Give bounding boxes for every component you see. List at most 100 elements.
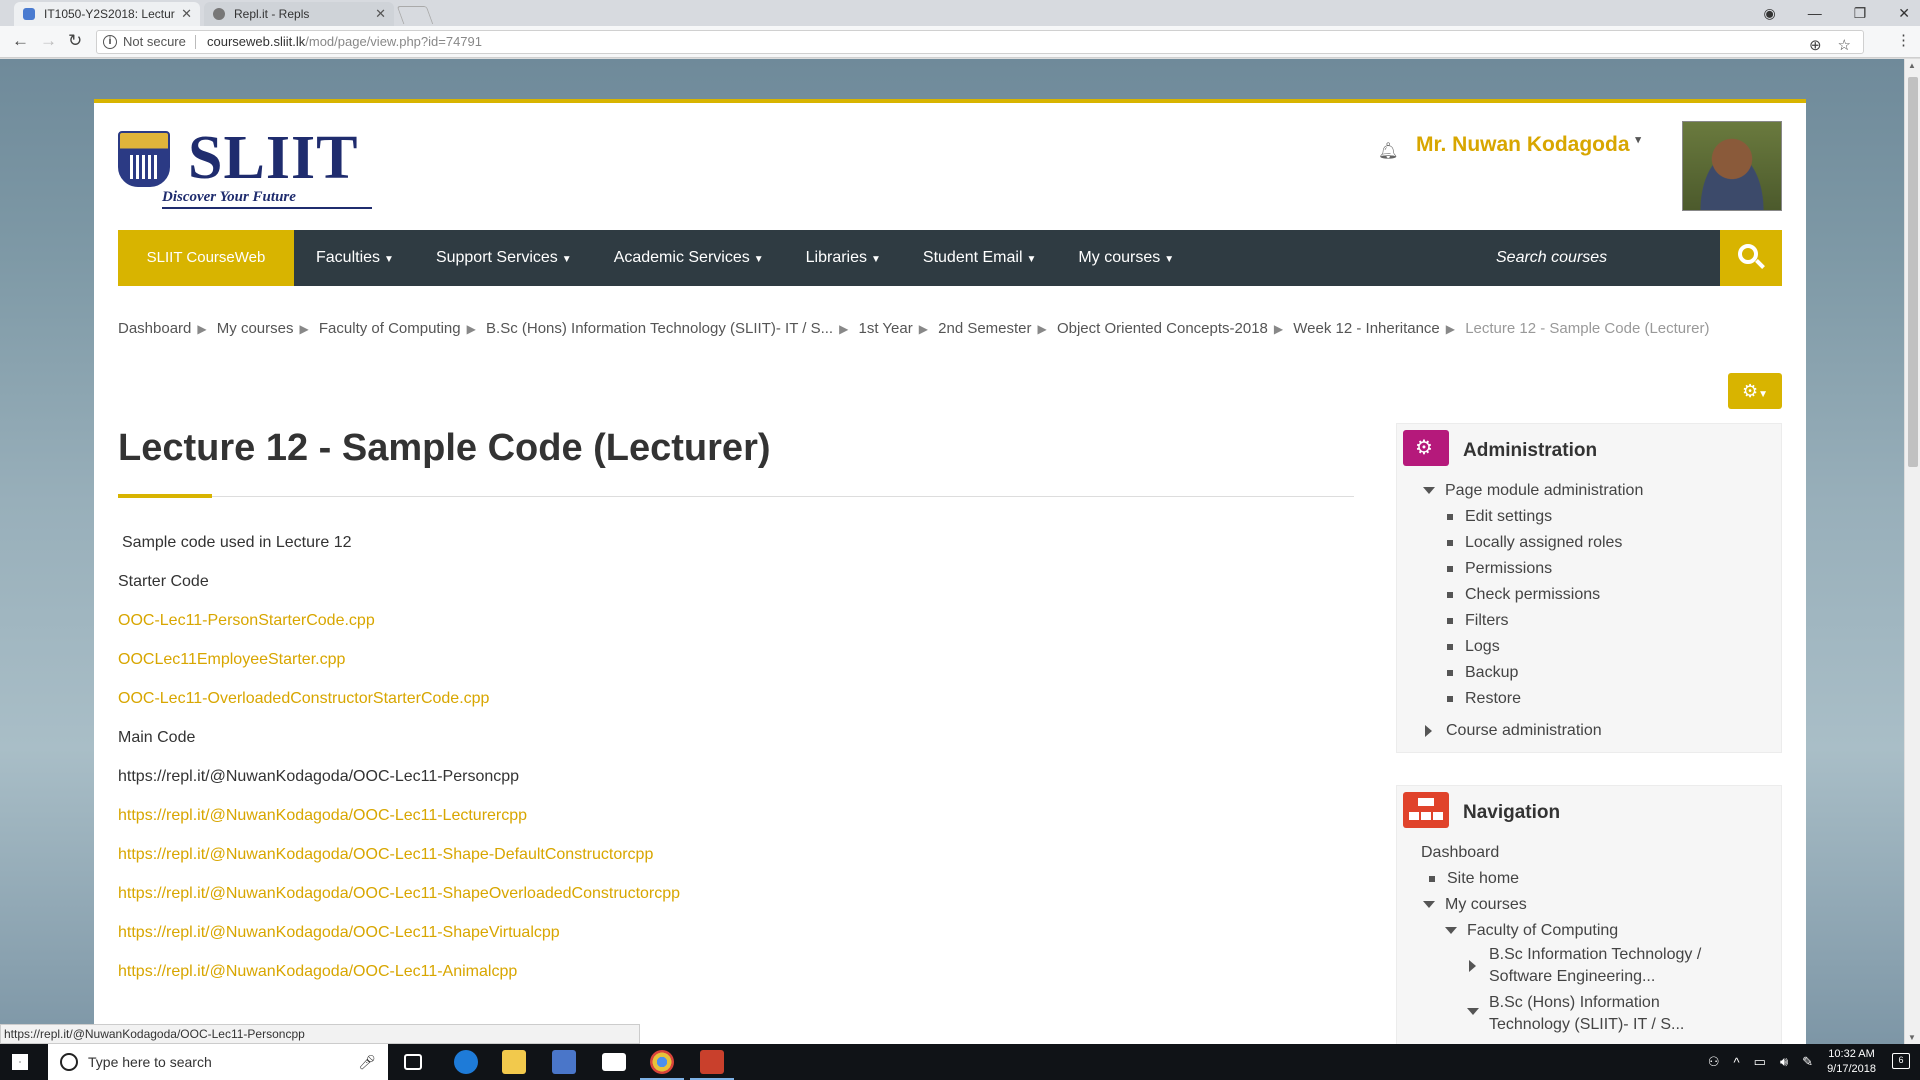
volume-icon[interactable]: 🔊︎ bbox=[1780, 1054, 1788, 1070]
tree-item-restore[interactable]: Restore bbox=[1397, 686, 1781, 712]
administration-header: ⚙ Administration bbox=[1397, 424, 1781, 478]
restore-icon[interactable]: ❐ bbox=[1854, 5, 1867, 22]
nav-tree-course-it[interactable]: B.Sc (Hons) Information Technology (SLII… bbox=[1397, 992, 1781, 1040]
main-link-lecturer[interactable]: https://repl.it/@NuwanKodagoda/OOC-Lec11… bbox=[118, 796, 680, 835]
nav-tree-course-it-se[interactable]: B.Sc Information Technology / Software E… bbox=[1397, 944, 1781, 992]
tab-replit[interactable]: Repl.it - Repls ✕ bbox=[204, 2, 394, 26]
tree-item-check-permissions[interactable]: Check permissions bbox=[1397, 582, 1781, 608]
breadcrumb-dashboard[interactable]: Dashboard bbox=[118, 320, 191, 337]
page-actions-button[interactable]: ⚙▼ bbox=[1728, 373, 1782, 409]
task-view-icon[interactable] bbox=[404, 1054, 422, 1070]
tree-label: Check permissions bbox=[1465, 586, 1601, 603]
pen-icon[interactable]: ✎ bbox=[1802, 1054, 1813, 1070]
search-courses-input[interactable]: Search courses bbox=[1486, 230, 1718, 286]
breadcrumb-course[interactable]: Object Oriented Concepts-2018 bbox=[1057, 320, 1268, 337]
nav-tree-dashboard[interactable]: Dashboard bbox=[1397, 840, 1781, 866]
starter-link-overloaded[interactable]: OOC-Lec11-OverloadedConstructorStarterCo… bbox=[118, 679, 680, 718]
nav-brand-link[interactable]: SLIIT CourseWeb bbox=[118, 230, 294, 286]
network-icon[interactable]: ▭ bbox=[1754, 1054, 1766, 1070]
nav-menu-support-services[interactable]: Support Services ▼ bbox=[436, 249, 572, 267]
powerpoint-icon[interactable] bbox=[690, 1050, 734, 1080]
tab-courseweb[interactable]: IT1050-Y2S2018: Lectur ✕ bbox=[14, 2, 200, 26]
nav-menu-academic-services[interactable]: Academic Services ▼ bbox=[614, 249, 764, 267]
chevron-down-icon: ▼ bbox=[1164, 254, 1175, 265]
back-arrow-icon[interactable]: ← bbox=[12, 31, 29, 51]
taskbar-search-input[interactable]: Type here to search 🎤︎ bbox=[48, 1044, 388, 1080]
replit-favicon-icon bbox=[213, 8, 225, 20]
tab-close-icon[interactable]: ✕ bbox=[375, 2, 386, 26]
tree-item-backup[interactable]: Backup bbox=[1397, 660, 1781, 686]
new-tab-button[interactable] bbox=[396, 6, 434, 24]
expanded-icon bbox=[1423, 487, 1435, 495]
tray-chevron-up-icon[interactable]: ^ bbox=[1734, 1055, 1740, 1070]
profile-icon[interactable]: ◉ bbox=[1763, 5, 1775, 22]
main-code-person-url[interactable]: https://repl.it/@NuwanKodagoda/OOC-Lec11… bbox=[118, 757, 680, 796]
clock-date: 9/17/2018 bbox=[1827, 1063, 1876, 1075]
sliit-logo[interactable]: SLIIT Discover Your Future bbox=[118, 124, 380, 211]
breadcrumb-week[interactable]: Week 12 - Inheritance bbox=[1293, 320, 1439, 337]
breadcrumb-year[interactable]: 1st Year bbox=[859, 320, 913, 337]
starter-link-person[interactable]: OOC-Lec11-PersonStarterCode.cpp bbox=[118, 601, 680, 640]
edge-browser-icon[interactable] bbox=[454, 1050, 478, 1074]
navigation-title: Navigation bbox=[1463, 802, 1561, 823]
breadcrumb-semester[interactable]: 2nd Semester bbox=[938, 320, 1031, 337]
starter-link-employee[interactable]: OOCLec11EmployeeStarter.cpp bbox=[118, 640, 680, 679]
url-input[interactable]: i Not secure courseweb.sliit.lk/mod/page… bbox=[96, 30, 1864, 54]
main-link-shape-default[interactable]: https://repl.it/@NuwanKodagoda/OOC-Lec11… bbox=[118, 835, 680, 874]
tree-item-logs[interactable]: Logs bbox=[1397, 634, 1781, 660]
page-scrollbar[interactable]: ▲ ▼ bbox=[1904, 59, 1920, 1044]
main-code-heading: Main Code bbox=[118, 729, 196, 746]
people-icon[interactable]: ⚇ bbox=[1708, 1054, 1720, 1070]
browser-menu-icon[interactable]: ⋮ bbox=[1896, 31, 1911, 49]
nav-menu-student-email[interactable]: Student Email ▼ bbox=[923, 249, 1037, 267]
window-controls: ◉ — ❐ ✕ bbox=[1763, 0, 1910, 26]
windows-start-icon[interactable] bbox=[12, 1054, 28, 1070]
nav-tree-my-courses[interactable]: My courses bbox=[1397, 892, 1781, 918]
scroll-up-icon[interactable]: ▲ bbox=[1908, 61, 1916, 70]
title-divider bbox=[118, 494, 1354, 498]
mail-icon[interactable] bbox=[602, 1053, 626, 1071]
microphone-icon[interactable]: 🎤︎ bbox=[358, 1044, 376, 1080]
main-link-shape-overloaded[interactable]: https://repl.it/@NuwanKodagoda/OOC-Lec11… bbox=[118, 874, 680, 913]
tab-close-icon[interactable]: ✕ bbox=[181, 2, 192, 26]
nav-tree-site-home[interactable]: Site home bbox=[1397, 866, 1781, 892]
tree-item-locally-assigned-roles[interactable]: Locally assigned roles bbox=[1397, 530, 1781, 556]
sitemap-icon bbox=[1403, 792, 1449, 828]
bookmark-star-icon[interactable]: ☆ bbox=[1838, 35, 1851, 57]
bullet-icon bbox=[1429, 875, 1435, 882]
user-menu[interactable]: Mr. Nuwan Kodagoda ▾ bbox=[1416, 133, 1641, 157]
avatar[interactable] bbox=[1682, 121, 1782, 211]
store-icon[interactable] bbox=[552, 1050, 576, 1074]
tree-item-filters[interactable]: Filters bbox=[1397, 608, 1781, 634]
tab-label: Repl.it - Repls bbox=[234, 7, 310, 21]
breadcrumb-degree[interactable]: B.Sc (Hons) Information Technology (SLII… bbox=[486, 320, 833, 337]
main-link-shape-virtual[interactable]: https://repl.it/@NuwanKodagoda/OOC-Lec11… bbox=[118, 913, 680, 952]
tab-label: IT1050-Y2S2018: Lectur bbox=[44, 7, 175, 21]
breadcrumb-faculty[interactable]: Faculty of Computing bbox=[319, 320, 461, 337]
close-window-icon[interactable]: ✕ bbox=[1898, 5, 1910, 22]
tree-item-permissions[interactable]: Permissions bbox=[1397, 556, 1781, 582]
notification-bell-icon[interactable]: 🔔︎ bbox=[1378, 141, 1398, 161]
minimize-icon[interactable]: — bbox=[1808, 5, 1822, 21]
action-center-icon[interactable]: 6 bbox=[1892, 1053, 1910, 1069]
system-tray: ⚇ ^ ▭ 🔊︎ ✎ 10:32 AM 9/17/2018 bbox=[1708, 1044, 1876, 1080]
main-link-animal[interactable]: https://repl.it/@NuwanKodagoda/OOC-Lec11… bbox=[118, 952, 680, 991]
nav-tree-faculty[interactable]: Faculty of Computing bbox=[1397, 918, 1781, 944]
scrollbar-thumb[interactable] bbox=[1908, 77, 1918, 467]
chrome-icon[interactable] bbox=[640, 1050, 684, 1080]
breadcrumb-my-courses[interactable]: My courses bbox=[217, 320, 294, 337]
forward-arrow-icon[interactable]: → bbox=[40, 31, 57, 51]
search-button[interactable] bbox=[1720, 230, 1782, 286]
tree-item-page-module[interactable]: Page module administration bbox=[1397, 478, 1781, 504]
nav-menu-libraries[interactable]: Libraries ▼ bbox=[806, 249, 881, 267]
scroll-down-icon[interactable]: ▼ bbox=[1908, 1033, 1916, 1042]
reload-icon[interactable]: ↻ bbox=[68, 31, 82, 51]
nav-menu-my-courses[interactable]: My courses ▼ bbox=[1078, 249, 1174, 267]
zoom-icon[interactable]: ⊕ bbox=[1809, 35, 1822, 57]
tree-item-course-administration[interactable]: Course administration bbox=[1397, 718, 1781, 744]
file-explorer-icon[interactable] bbox=[502, 1050, 526, 1074]
taskbar-clock[interactable]: 10:32 AM 9/17/2018 bbox=[1827, 1047, 1876, 1077]
tree-item-edit-settings[interactable]: Edit settings bbox=[1397, 504, 1781, 530]
info-icon[interactable]: i bbox=[103, 35, 117, 49]
nav-menu-faculties[interactable]: Faculties ▼ bbox=[316, 249, 394, 267]
